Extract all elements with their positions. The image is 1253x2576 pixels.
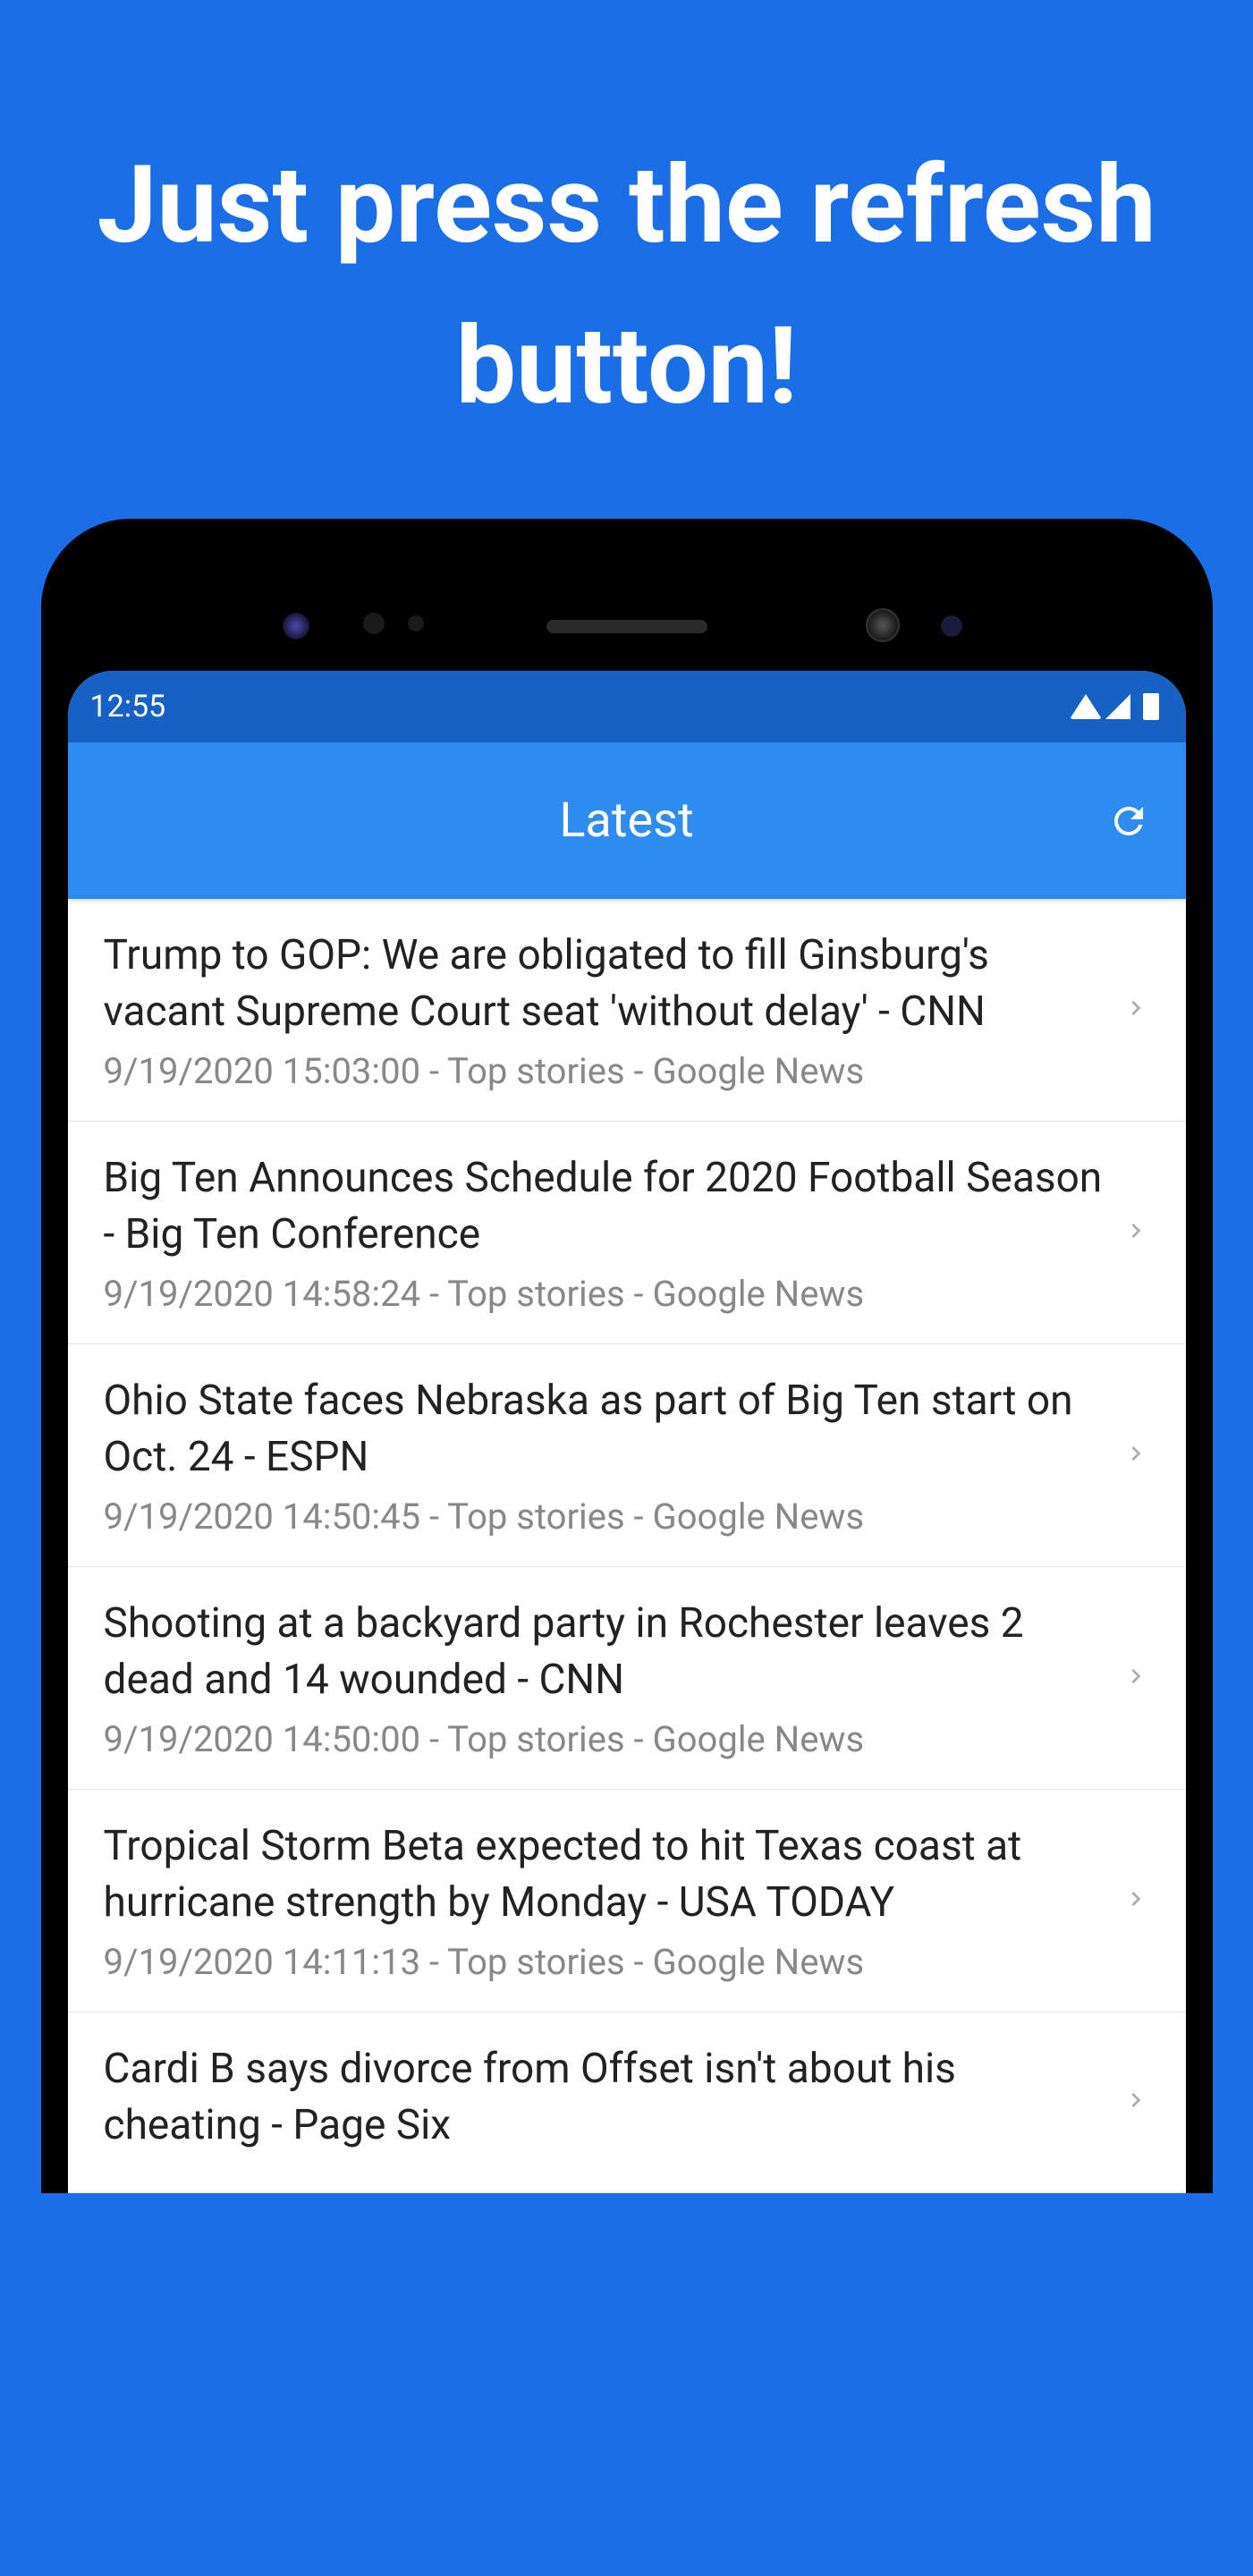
news-meta: 9/19/2020 14:58:24 - Top stories - Googl… [104,1273,1104,1315]
chevron-right-icon [1122,1879,1150,1922]
promo-headline: Just press the refresh button! [0,0,1253,519]
phone-notch [68,599,1186,653]
news-headline: Big Ten Announces Schedule for 2020 Foot… [104,1150,1104,1264]
phone-frame: 12:55 Latest [41,519,1213,2193]
chevron-right-icon [1122,2080,1150,2123]
news-meta: 9/19/2020 14:50:45 - Top stories - Googl… [104,1496,1104,1538]
refresh-button[interactable] [1107,800,1150,843]
news-headline: Trump to GOP: We are obligated to fill G… [104,928,1104,1041]
list-item[interactable]: Cardi B says divorce from Offset isn't a… [68,2012,1186,2193]
news-meta: 9/19/2020 14:11:13 - Top stories - Googl… [104,1941,1104,1983]
news-list: Trump to GOP: We are obligated to fill G… [68,899,1186,2193]
news-meta: 9/19/2020 14:50:00 - Top stories - Googl… [104,1718,1104,1760]
sensor-dot [283,613,309,640]
list-item[interactable]: Big Ten Announces Schedule for 2020 Foot… [68,1122,1186,1344]
chevron-right-icon [1122,1211,1150,1254]
list-item[interactable]: Tropical Storm Beta expected to hit Texa… [68,1790,1186,2012]
sensor-dot [408,615,424,631]
signal-icon [1105,694,1130,719]
refresh-icon [1107,800,1150,843]
list-item[interactable]: Trump to GOP: We are obligated to fill G… [68,899,1186,1122]
phone-bezel: 12:55 Latest [68,546,1186,2193]
status-bar: 12:55 [68,671,1186,742]
page-title: Latest [559,792,693,849]
status-time: 12:55 [90,689,166,724]
sensor-dot [363,613,385,634]
chevron-right-icon [1122,1434,1150,1477]
list-item[interactable]: Ohio State faces Nebraska as part of Big… [68,1344,1186,1567]
news-headline: Tropical Storm Beta expected to hit Texa… [104,1818,1104,1932]
news-headline: Cardi B says divorce from Offset isn't a… [104,2041,1104,2155]
chevron-right-icon [1122,1657,1150,1699]
front-camera [866,608,900,642]
chevron-right-icon [1122,988,1150,1031]
app-bar: Latest [68,742,1186,899]
battery-icon [1143,693,1159,720]
list-item[interactable]: Shooting at a backyard party in Rocheste… [68,1567,1186,1790]
speaker-grille [546,620,707,633]
wifi-icon [1070,694,1102,719]
sensor-dot [941,615,962,637]
news-meta: 9/19/2020 15:03:00 - Top stories - Googl… [104,1050,1104,1092]
news-headline: Shooting at a backyard party in Rocheste… [104,1596,1104,1709]
news-headline: Ohio State faces Nebraska as part of Big… [104,1373,1104,1487]
phone-screen: 12:55 Latest [68,671,1186,2193]
